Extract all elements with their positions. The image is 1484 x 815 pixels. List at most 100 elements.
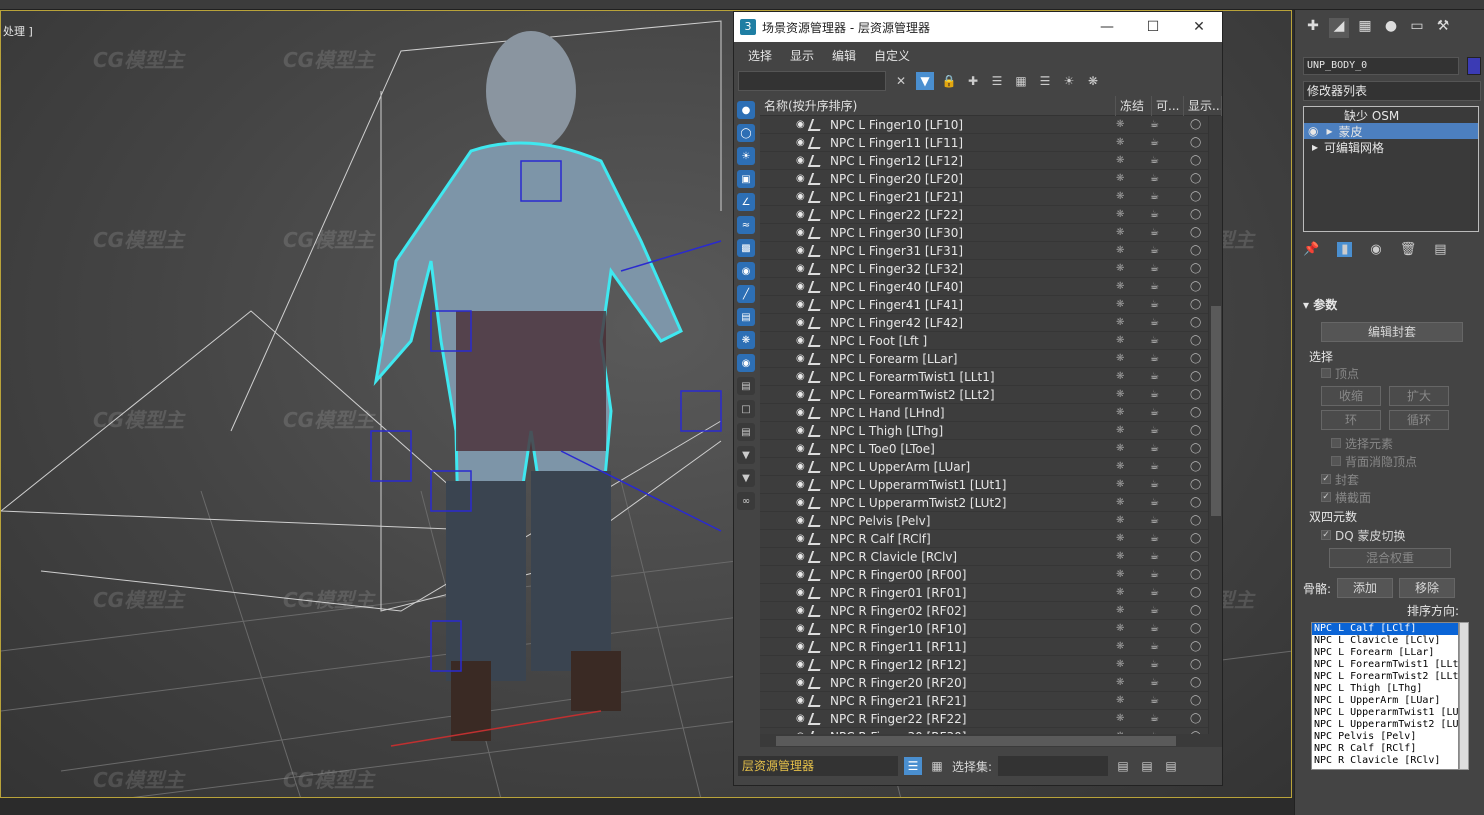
scene-explorer-window[interactable]: 3 场景资源管理器 - 层资源管理器 — ☐ ✕ 选择 显示 编辑 自定义 ✕ … (733, 11, 1223, 786)
select-none-icon[interactable]: □ (737, 400, 755, 418)
filter-icon[interactable]: ▼ (916, 72, 934, 90)
minimize-icon[interactable]: — (1084, 19, 1130, 35)
edit-named-sets-icon[interactable]: ▤ (1114, 757, 1132, 775)
eye-icon[interactable]: ◉ (1308, 124, 1318, 138)
visibility-eye-icon[interactable]: ◉ (796, 587, 805, 598)
bone-list-item[interactable]: NPC L ForearmTwist2 [LLt2] (1312, 671, 1458, 683)
visibility-eye-icon[interactable]: ◉ (796, 137, 805, 148)
freeze-toggle-icon[interactable]: ❋ (1116, 623, 1124, 634)
display-box-icon[interactable]: ◯ (1190, 119, 1201, 130)
light-filter-icon[interactable]: ☀ (737, 147, 755, 165)
visibility-eye-icon[interactable]: ◉ (796, 407, 805, 418)
visibility-eye-icon[interactable]: ◉ (796, 641, 805, 652)
scene-explorer-titlebar[interactable]: 3 场景资源管理器 - 层资源管理器 — ☐ ✕ (734, 12, 1222, 42)
scroll-thumb[interactable] (1211, 306, 1221, 516)
freeze-toggle-icon[interactable]: ❋ (1116, 227, 1124, 238)
delete-icon[interactable]: 🗑 (1400, 242, 1417, 257)
menu-select[interactable]: 选择 (748, 47, 772, 64)
display-tab-icon[interactable]: ▭ (1407, 18, 1427, 38)
make-unique-icon[interactable]: ◉ (1370, 242, 1381, 257)
renderable-toggle-icon[interactable]: ☕ (1150, 389, 1159, 400)
visibility-eye-icon[interactable]: ◉ (796, 515, 805, 526)
object-row[interactable]: ◉ NPC L Finger41 [LF41] ❋ ☕ ◯ (760, 296, 1208, 314)
display-box-icon[interactable]: ◯ (1190, 533, 1201, 544)
display-box-icon[interactable]: ◯ (1190, 569, 1201, 580)
ring-button[interactable]: 环 (1321, 410, 1381, 430)
renderable-toggle-icon[interactable]: ☕ (1150, 695, 1159, 706)
freeze-toggle-icon[interactable]: ❋ (1116, 713, 1124, 724)
bone-list-item[interactable]: NPC L ForearmTwist1 [LLt1] (1312, 659, 1458, 671)
hierarchy-mode-icon[interactable]: ▦ (928, 757, 946, 775)
freeze-toggle-icon[interactable]: ❋ (1116, 245, 1124, 256)
visibility-eye-icon[interactable]: ◉ (796, 533, 805, 544)
particle-filter-icon[interactable]: ❋ (737, 331, 755, 349)
freeze-toggle-icon[interactable]: ❋ (1116, 461, 1124, 472)
menu-customize[interactable]: 自定义 (874, 47, 910, 64)
display-box-icon[interactable]: ◯ (1190, 587, 1201, 598)
visibility-filter-icon[interactable]: ◉ (737, 354, 755, 372)
display-box-icon[interactable]: ◯ (1190, 515, 1201, 526)
display-box-icon[interactable]: ◯ (1190, 443, 1201, 454)
object-row[interactable]: ◉ NPC R Finger02 [RF02] ❋ ☕ ◯ (760, 602, 1208, 620)
object-row[interactable]: ◉ NPC L Hand [LHnd] ❋ ☕ ◯ (760, 404, 1208, 422)
object-name-field[interactable]: UNP_BODY_0 (1303, 57, 1459, 75)
renderable-toggle-icon[interactable]: ☕ (1150, 677, 1159, 688)
group-filter-icon[interactable]: ▩ (737, 239, 755, 257)
blend-weights-button[interactable]: 混合权重 (1329, 548, 1451, 568)
object-row[interactable]: ◉ NPC L UpperarmTwist2 [LUt2] ❋ ☕ ◯ (760, 494, 1208, 512)
display-box-icon[interactable]: ◯ (1190, 407, 1201, 418)
settings-icon[interactable]: ❋ (1084, 72, 1102, 90)
filter-toggle-icon[interactable]: ▼ (737, 446, 755, 464)
select-element-checkbox[interactable]: 选择元素 (1303, 434, 1479, 452)
object-row[interactable]: ◉ NPC L Finger30 [LF30] ❋ ☕ ◯ (760, 224, 1208, 242)
renderable-toggle-icon[interactable]: ☕ (1150, 335, 1159, 346)
renderable-toggle-icon[interactable]: ☕ (1150, 119, 1159, 130)
renderable-column-header[interactable]: 可... (1152, 95, 1184, 116)
object-row[interactable]: ◉ NPC R Finger00 [RF00] ❋ ☕ ◯ (760, 566, 1208, 584)
shape-filter-icon[interactable]: ◯ (737, 124, 755, 142)
bone-list-item[interactable]: NPC L Thigh [LThg] (1312, 683, 1458, 695)
display-box-icon[interactable]: ◯ (1190, 677, 1201, 688)
visibility-eye-icon[interactable]: ◉ (796, 317, 805, 328)
grow-button[interactable]: 扩大 (1389, 386, 1449, 406)
stack-item-skin[interactable]: ◉ ▸ 蒙皮 (1304, 123, 1478, 139)
renderable-toggle-icon[interactable]: ☕ (1150, 245, 1159, 256)
freeze-toggle-icon[interactable]: ❋ (1116, 551, 1124, 562)
object-color-swatch[interactable] (1467, 57, 1481, 75)
display-box-icon[interactable]: ◯ (1190, 479, 1201, 490)
object-row[interactable]: ◉ NPC R Finger22 [RF22] ❋ ☕ ◯ (760, 710, 1208, 728)
display-box-icon[interactable]: ◯ (1190, 695, 1201, 706)
renderable-toggle-icon[interactable]: ☕ (1150, 209, 1159, 220)
freeze-toggle-icon[interactable]: ❋ (1116, 281, 1124, 292)
object-row[interactable]: ◉ NPC L Foot [Lft ] ❋ ☕ ◯ (760, 332, 1208, 350)
stack-item-editable-mesh[interactable]: ▸ 可编辑网格 (1304, 139, 1478, 155)
menu-edit[interactable]: 编辑 (832, 47, 856, 64)
renderable-toggle-icon[interactable]: ☕ (1150, 425, 1159, 436)
dq-skin-toggle-checkbox[interactable]: ✓ DQ 蒙皮切换 (1303, 526, 1479, 544)
object-row[interactable]: ◉ NPC R Finger12 [RF12] ❋ ☕ ◯ (760, 656, 1208, 674)
object-row[interactable]: ◉ NPC L Finger10 [LF10] ❋ ☕ ◯ (760, 116, 1208, 134)
visibility-eye-icon[interactable]: ◉ (796, 227, 805, 238)
renderable-toggle-icon[interactable]: ☕ (1150, 173, 1159, 184)
create-set-icon[interactable]: ▤ (1138, 757, 1156, 775)
object-row[interactable]: ◉ NPC Pelvis [Pelv] ❋ ☕ ◯ (760, 512, 1208, 530)
bone-list-item[interactable]: NPC L UpperarmTwist1 [LUt1] (1312, 707, 1458, 719)
rollout-header[interactable]: ▾ 参数 (1303, 296, 1479, 314)
renderable-toggle-icon[interactable]: ☕ (1150, 479, 1159, 490)
visibility-eye-icon[interactable]: ◉ (796, 191, 805, 202)
visibility-eye-icon[interactable]: ◉ (796, 713, 805, 724)
remove-bone-button[interactable]: 移除 (1399, 578, 1456, 598)
freeze-toggle-icon[interactable]: ❋ (1116, 515, 1124, 526)
highlight-icon[interactable]: ☀ (1060, 72, 1078, 90)
object-row[interactable]: ◉ NPC L Finger21 [LF21] ❋ ☕ ◯ (760, 188, 1208, 206)
freeze-toggle-icon[interactable]: ❋ (1116, 191, 1124, 202)
object-row[interactable]: ◉ NPC L Finger12 [LF12] ❋ ☕ ◯ (760, 152, 1208, 170)
freeze-toggle-icon[interactable]: ❋ (1116, 263, 1124, 274)
object-row[interactable]: ◉ NPC R Finger11 [RF11] ❋ ☕ ◯ (760, 638, 1208, 656)
expand-icon[interactable]: ▸ (1326, 124, 1332, 138)
visibility-eye-icon[interactable]: ◉ (796, 659, 805, 670)
xref-filter-icon[interactable]: ◉ (737, 262, 755, 280)
bone-filter-icon[interactable]: ╱ (737, 285, 755, 303)
visibility-eye-icon[interactable]: ◉ (796, 119, 805, 130)
renderable-toggle-icon[interactable]: ☕ (1150, 407, 1159, 418)
